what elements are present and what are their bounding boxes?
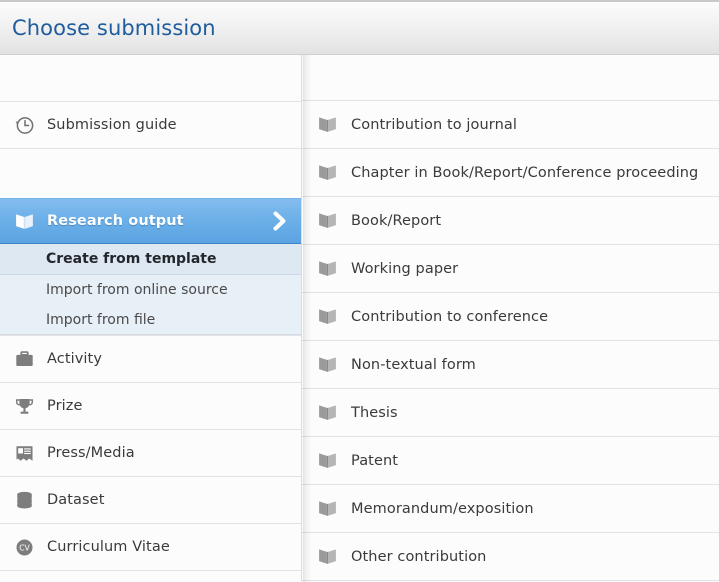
sidebar: Submission guide Research output Create … [0,55,302,582]
sidebar-subitem-create-from-template[interactable]: Create from template [0,244,301,275]
sidebar-bottom-divider [0,570,301,578]
sidebar-item-label: Submission guide [47,117,177,133]
trophy-icon [14,396,35,417]
sidebar-item-activity[interactable]: Activity [0,335,301,382]
sidebar-gap [0,148,301,198]
choose-submission-dialog: Choose submission Submission guide Resea… [0,0,719,582]
dataset-icon [14,490,35,511]
list-item[interactable]: Thesis [302,388,719,436]
sidebar-item-submission-guide[interactable]: Submission guide [0,101,301,148]
sidebar-item-press-media[interactable]: Press/Media [0,429,301,476]
sidebar-item-research-output[interactable]: Research output [0,198,301,244]
list-item[interactable]: Other contribution [302,532,719,580]
open-book-icon [14,211,35,232]
list-item-label: Thesis [351,404,398,421]
open-book-icon [317,450,338,471]
sidebar-subitem-label: Import from file [46,311,156,328]
list-item-label: Contribution to journal [351,116,518,133]
open-book-icon [317,306,338,327]
list-top-spacer [302,55,719,100]
open-book-icon [317,162,338,183]
sidebar-subitem-label: Import from online source [46,282,228,298]
sidebar-item-prize[interactable]: Prize [0,382,301,429]
dialog-body: Submission guide Research output Create … [0,55,719,582]
sidebar-item-label: Dataset [47,492,105,508]
sidebar-item-label: Prize [47,398,83,414]
page-title: Choose submission [12,15,216,40]
list-item-label: Memorandum/exposition [351,500,534,517]
chevron-right-icon[interactable] [269,208,291,234]
list-item[interactable]: Non-textual form [302,340,719,388]
cv-badge-icon: CV [14,537,35,558]
sidebar-subitem-import-from-file[interactable]: Import from file [0,305,301,335]
sidebar-subitem-label: Create from template [46,251,217,267]
sidebar-subitem-import-from-online-source[interactable]: Import from online source [0,275,301,305]
list-item[interactable]: Chapter in Book/Report/Conference procee… [302,148,719,196]
list-item[interactable]: Patent [302,436,719,484]
open-book-icon [317,402,338,423]
press-media-icon [14,443,35,464]
open-book-icon [317,210,338,231]
open-book-icon [317,546,338,567]
list-item[interactable]: Memorandum/exposition [302,484,719,532]
svg-text:CV: CV [19,543,30,552]
sidebar-item-label: Research output [47,213,184,229]
sidebar-top-spacer [0,55,301,101]
open-book-icon [317,498,338,519]
list-item-label: Non-textual form [351,356,476,373]
submission-type-list: Contribution to journal Chapter in Book/… [302,55,719,582]
sidebar-item-label: Press/Media [47,445,135,461]
briefcase-icon [14,349,35,370]
sidebar-item-label: Curriculum Vitae [47,539,170,555]
list-item-label: Chapter in Book/Report/Conference procee… [351,164,699,181]
dialog-header: Choose submission [0,0,719,55]
list-item-label: Contribution to conference [351,308,549,325]
list-item[interactable]: Contribution to conference [302,292,719,340]
list-item-label: Working paper [351,260,459,277]
list-item[interactable]: Working paper [302,244,719,292]
open-book-icon [317,258,338,279]
sidebar-item-curriculum-vitae[interactable]: CV Curriculum Vitae [0,523,301,570]
open-book-icon [317,114,338,135]
list-item[interactable]: Contribution to journal [302,100,719,148]
list-item[interactable]: Book/Report [302,196,719,244]
sidebar-item-dataset[interactable]: Dataset [0,476,301,523]
list-item-label: Other contribution [351,548,487,565]
clock-history-icon [14,115,35,136]
open-book-icon [317,354,338,375]
sidebar-item-label: Activity [47,351,103,367]
list-item-label: Book/Report [351,212,442,229]
list-item-label: Patent [351,452,399,469]
